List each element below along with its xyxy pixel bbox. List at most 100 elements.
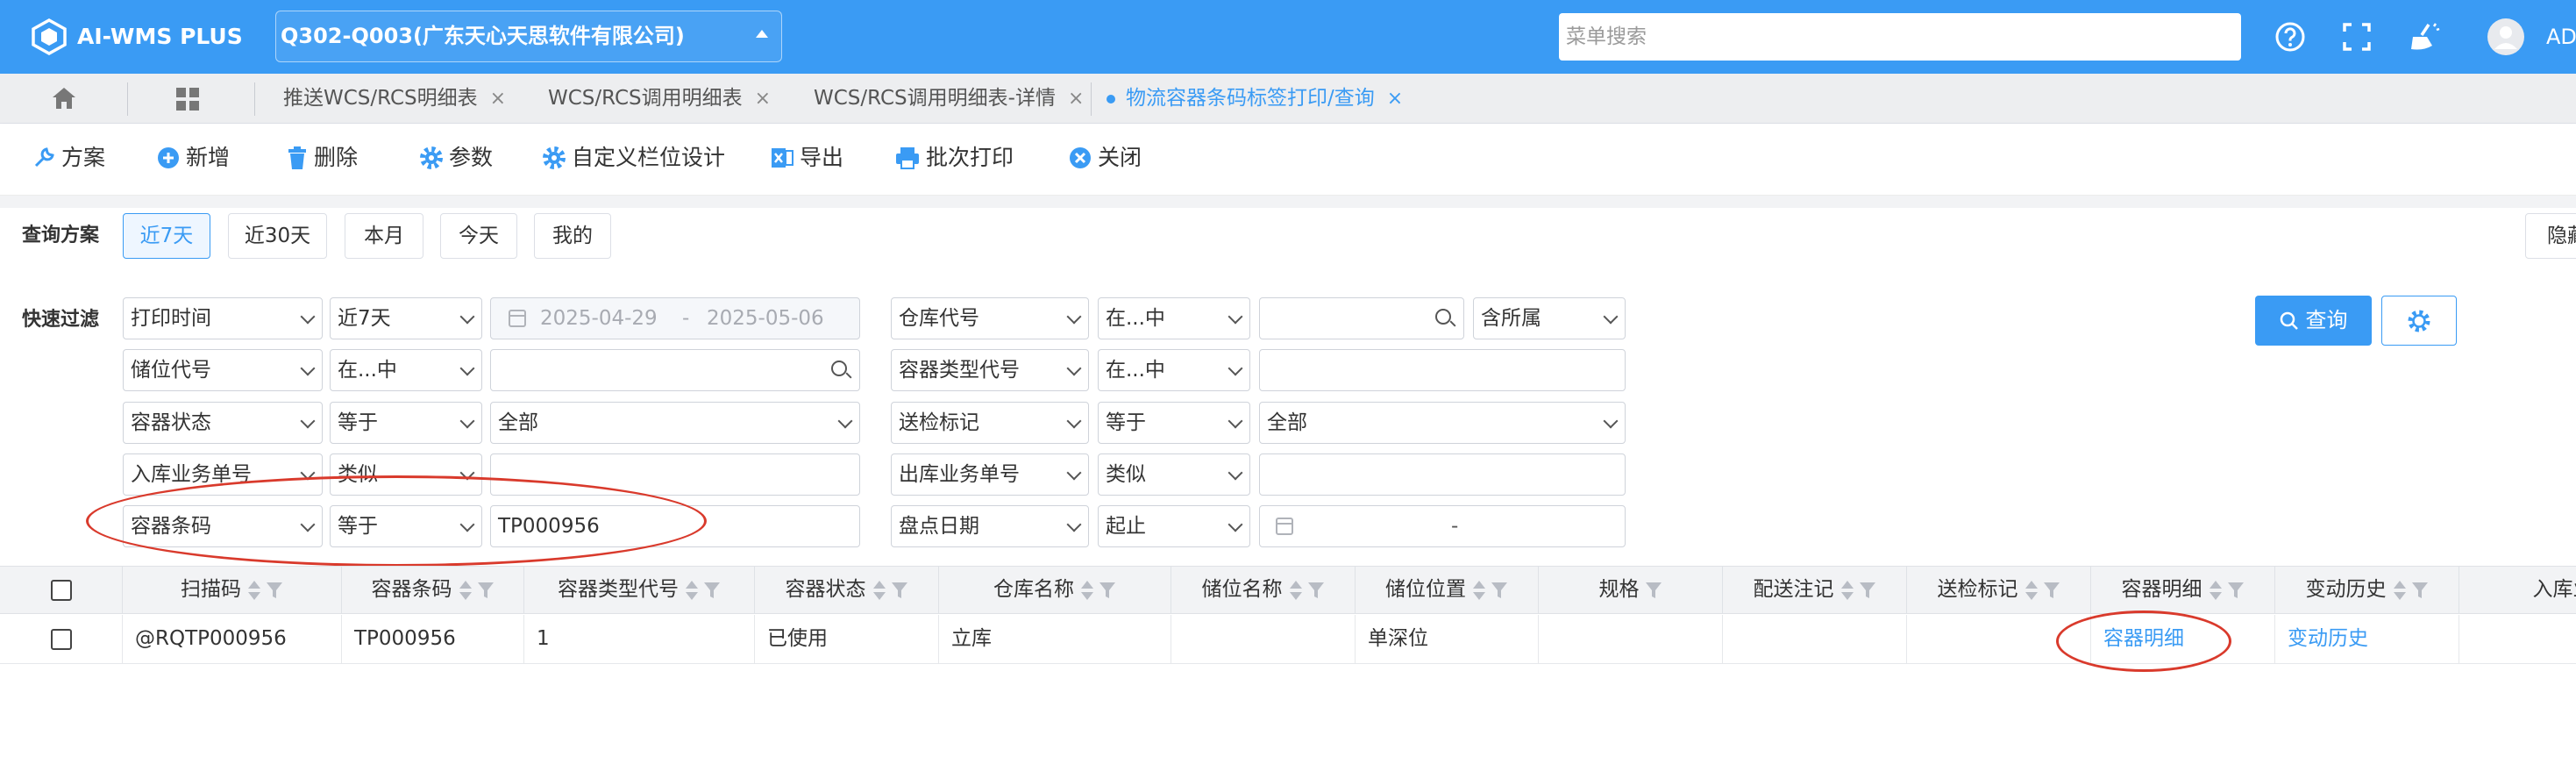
warehouse-code-input[interactable] — [1259, 297, 1464, 339]
sort-icon[interactable] — [2209, 580, 2222, 601]
date-range-input[interactable]: 2025-04-29 - 2025-05-06 — [490, 297, 860, 339]
hide-button[interactable]: 隐藏 — [2525, 213, 2576, 259]
search-button[interactable]: 查询 — [2255, 296, 2372, 346]
row-checkbox[interactable] — [50, 628, 72, 650]
filter-field-select[interactable]: 盘点日期 — [891, 505, 1089, 547]
column-header[interactable]: 储位名称 — [1171, 566, 1356, 614]
close-icon[interactable]: × — [1387, 88, 1403, 110]
column-header[interactable]: 送检标记 — [1907, 566, 2091, 614]
filter-field-select[interactable]: 仓库代号 — [891, 297, 1089, 339]
select-all-checkbox[interactable] — [50, 579, 72, 601]
filter-operator-select[interactable]: 类似 — [1098, 453, 1250, 496]
filter-operator-select[interactable]: 近7天 — [330, 297, 482, 339]
include-sub-select[interactable]: 含所属 — [1473, 297, 1626, 339]
column-header[interactable]: 配送注记 — [1723, 566, 1907, 614]
grid-menu-icon[interactable] — [175, 87, 200, 111]
filter-funnel-icon[interactable] — [2227, 581, 2245, 600]
sort-icon[interactable] — [459, 580, 472, 601]
search-icon[interactable] — [831, 361, 847, 376]
filter-field-text: 容器状态 — [131, 411, 211, 434]
search-icon[interactable] — [1435, 309, 1451, 325]
sort-icon[interactable] — [1840, 580, 1854, 601]
user-avatar-icon[interactable] — [2487, 18, 2525, 56]
preset-today[interactable]: 今天 — [440, 213, 517, 259]
column-header[interactable]: 储位位置 — [1356, 566, 1539, 614]
filter-funnel-icon[interactable] — [1859, 581, 1876, 600]
filter-field-select[interactable]: 打印时间 — [123, 297, 323, 339]
sort-icon[interactable] — [1473, 580, 1485, 601]
tab-wcs-call-detail[interactable]: WCS/RCS调用明细表-详情 × — [814, 74, 1084, 124]
scheme-button[interactable]: 方案 — [32, 139, 105, 177]
close-icon[interactable]: × — [490, 88, 506, 110]
preset-mine[interactable]: 我的 — [534, 213, 611, 259]
inspection-flag-select[interactable]: 全部 — [1259, 402, 1626, 444]
sort-icon[interactable] — [686, 580, 698, 601]
filter-operator-select[interactable]: 在...中 — [330, 349, 482, 391]
add-button[interactable]: 新增 — [156, 139, 230, 177]
filter-operator-text: 近7天 — [338, 307, 391, 330]
filter-funnel-icon[interactable] — [891, 581, 908, 600]
column-header[interactable]: 扫描码 — [123, 566, 342, 614]
params-button[interactable]: 参数 — [419, 139, 493, 177]
change-history-link[interactable]: 变动历史 — [2275, 615, 2459, 663]
sort-icon[interactable] — [1081, 580, 1093, 601]
container-status-select[interactable]: 全部 — [490, 402, 860, 444]
filter-funnel-icon[interactable] — [266, 581, 283, 600]
close-button[interactable]: 关闭 — [1068, 139, 1142, 177]
menu-search-input[interactable] — [1559, 13, 2241, 61]
column-header[interactable]: 容器状态 — [755, 566, 939, 614]
column-header[interactable]: 容器条码 — [342, 566, 524, 614]
filter-field-select[interactable]: 容器状态 — [123, 402, 323, 444]
filter-funnel-icon[interactable] — [1645, 581, 1662, 600]
preset-this-month[interactable]: 本月 — [345, 213, 423, 259]
column-header[interactable]: 容器明细 — [2091, 566, 2275, 614]
fullscreen-icon[interactable] — [2339, 19, 2374, 54]
close-icon[interactable]: × — [1068, 88, 1084, 110]
column-header[interactable]: 变动历史 — [2275, 566, 2459, 614]
filter-operator-select[interactable]: 等于 — [1098, 402, 1250, 444]
filter-funnel-icon[interactable] — [2411, 581, 2429, 600]
inventory-date-range[interactable]: - — [1259, 505, 1626, 547]
close-icon[interactable]: × — [755, 88, 771, 110]
tab-wcs-call[interactable]: WCS/RCS调用明细表 × — [548, 74, 771, 124]
tab-container-label-print[interactable]: 物流容器条码标签打印/查询 × — [1107, 74, 1403, 124]
filter-field-select[interactable]: 出库业务单号 — [891, 453, 1089, 496]
container-type-input[interactable] — [1259, 349, 1626, 391]
filter-operator-select[interactable]: 在...中 — [1098, 349, 1250, 391]
filter-funnel-icon[interactable] — [703, 581, 721, 600]
batch-print-button[interactable]: 批次打印 — [894, 139, 1014, 177]
help-circle-icon[interactable] — [2273, 19, 2308, 54]
outbound-order-input[interactable] — [1259, 453, 1626, 496]
filter-funnel-icon[interactable] — [2043, 581, 2060, 600]
filter-field-select[interactable]: 容器类型代号 — [891, 349, 1089, 391]
filter-settings-button[interactable] — [2381, 296, 2457, 346]
export-button[interactable]: 导出 — [770, 139, 843, 177]
filter-field-select[interactable]: 储位代号 — [123, 349, 323, 391]
location-code-input[interactable] — [490, 349, 860, 391]
delete-button[interactable]: 删除 — [286, 139, 358, 177]
filter-operator-select[interactable]: 在...中 — [1098, 297, 1250, 339]
column-header[interactable]: 仓库名称 — [939, 566, 1171, 614]
filter-funnel-icon[interactable] — [1099, 581, 1116, 600]
filter-operator-select[interactable]: 等于 — [330, 402, 482, 444]
filter-funnel-icon[interactable] — [477, 581, 495, 600]
tab-push-wcs[interactable]: 推送WCS/RCS明细表 × — [283, 74, 506, 124]
sort-icon[interactable] — [2393, 580, 2406, 601]
column-header[interactable]: 容器类型代号 — [524, 566, 755, 614]
filter-funnel-icon[interactable] — [1491, 581, 1508, 600]
filter-funnel-icon[interactable] — [1307, 581, 1325, 600]
custom-columns-button[interactable]: 自定义栏位设计 — [542, 139, 725, 177]
sort-icon[interactable] — [1289, 580, 1302, 601]
column-header[interactable]: 入库业务 — [2459, 566, 2576, 614]
preset-last-7-days[interactable]: 近7天 — [123, 213, 210, 259]
filter-operator-select[interactable]: 起止 — [1098, 505, 1250, 547]
sort-icon[interactable] — [872, 580, 886, 601]
preset-last-30-days[interactable]: 近30天 — [228, 213, 327, 259]
filter-field-select[interactable]: 送检标记 — [891, 402, 1089, 444]
user-name[interactable]: AD — [2546, 23, 2576, 51]
broom-icon[interactable] — [2406, 19, 2441, 54]
sort-icon[interactable] — [248, 580, 260, 601]
sort-icon[interactable] — [2025, 580, 2038, 601]
column-header[interactable]: 规格 — [1539, 566, 1723, 614]
home-icon[interactable] — [51, 86, 77, 111]
